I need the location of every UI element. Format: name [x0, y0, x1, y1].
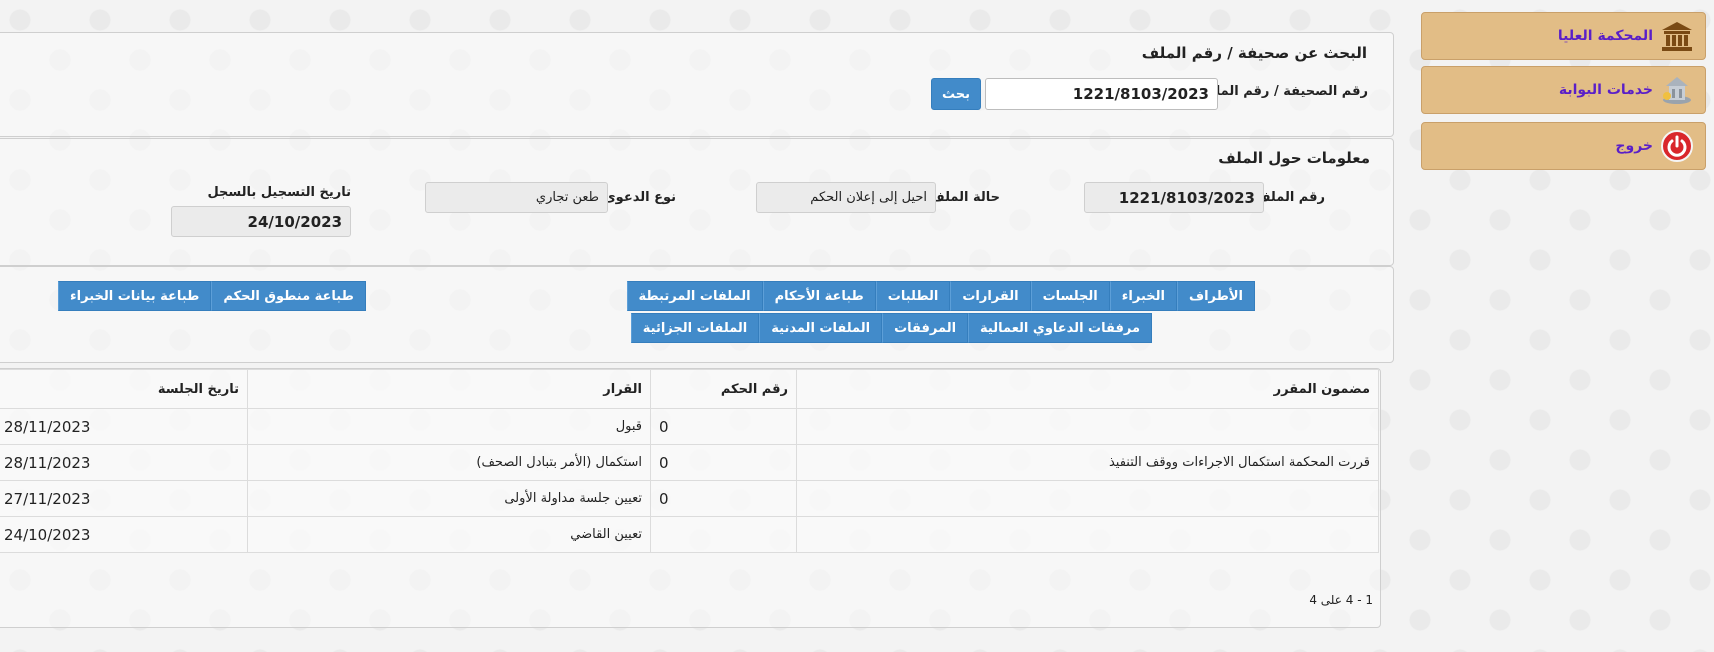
tabs-row-2: مرفقات الدعاوي العمالية المرفقات الملفات… — [630, 313, 1152, 343]
print-verdict-button[interactable]: طباعة منطوق الحكم — [211, 281, 366, 311]
column-header-judgment-number: رقم الحكم — [650, 369, 797, 409]
table-row[interactable]: تعيين القاضي 24/10/2023 — [0, 516, 1379, 553]
content-cell — [796, 516, 1379, 553]
decisions-table: مضمون المقرر رقم الحكم القرار تاريخ الجل… — [0, 369, 1379, 553]
sidebar-item-supreme-court[interactable]: المحكمة العليا — [1421, 12, 1706, 60]
sidebar-item-label: المحكمة العليا — [1557, 28, 1653, 44]
tab-print-judgments[interactable]: طباعة الأحكام — [762, 281, 876, 311]
file-number-field: 1221/8103/2023 — [1084, 182, 1264, 213]
registration-date-label: تاريخ التسجيل بالسجل — [207, 185, 351, 200]
sidebar-item-logout[interactable]: خروج — [1421, 122, 1706, 170]
file-info-title: معلومات حول الملف — [1218, 149, 1370, 167]
file-status-label: حالة الملف — [929, 190, 1000, 205]
case-type-field: طعن تجاري — [425, 182, 608, 213]
tab-experts[interactable]: الخبراء — [1109, 281, 1177, 311]
column-header-decision: القرار — [247, 369, 651, 409]
tab-criminal-files[interactable]: الملفات الجزائية — [630, 313, 760, 343]
sidebar-item-label: خدمات البوابة — [1558, 82, 1653, 98]
session-date-cell: 28/11/2023 — [0, 444, 248, 481]
print-buttons: طباعة منطوق الحكم طباعة بيانات الخبراء — [58, 281, 366, 311]
search-input[interactable]: 1221/8103/2023 — [985, 78, 1218, 110]
table-row[interactable]: 0 تعيين جلسة مداولة الأولى 27/11/2023 — [0, 480, 1379, 517]
search-button[interactable]: بحث — [931, 78, 981, 110]
tab-attachments[interactable]: المرفقات — [882, 313, 969, 343]
content-cell — [796, 480, 1379, 517]
decision-cell: تعيين جلسة مداولة الأولى — [247, 480, 651, 517]
decision-cell: استكمال (الأمر بتبادل الصحف) — [247, 444, 651, 481]
top-cutoff-text — [1210, 0, 1290, 6]
table-row[interactable]: قررت المحكمة استكمال الاجراءات ووقف التن… — [0, 444, 1379, 481]
table-header-row: مضمون المقرر رقم الحكم القرار تاريخ الجل… — [0, 369, 1379, 409]
column-header-content: مضمون المقرر — [796, 369, 1379, 409]
judgment-number-cell: 0 — [650, 444, 797, 481]
portal-services-icon — [1659, 72, 1695, 108]
registration-date-field: 24/10/2023 — [171, 206, 351, 237]
judgment-number-cell — [650, 516, 797, 553]
content-cell: قررت المحكمة استكمال الاجراءات ووقف التن… — [796, 444, 1379, 481]
table-row[interactable]: 0 قبول 28/11/2023 — [0, 408, 1379, 445]
content-cell — [796, 408, 1379, 445]
judgment-number-cell: 0 — [650, 408, 797, 445]
search-title: البحث عن صحيفة / رقم الملف — [1141, 44, 1367, 62]
pagination-info: 1 - 4 على 4 — [1309, 593, 1373, 607]
print-experts-button[interactable]: طباعة بيانات الخبراء — [58, 281, 212, 311]
file-status-field: احيل إلى إعلان الحكم — [756, 182, 936, 213]
tab-civil-files[interactable]: الملفات المدنية — [759, 313, 883, 343]
session-date-cell: 27/11/2023 — [0, 480, 248, 517]
column-header-session-date: تاريخ الجلسة — [0, 369, 248, 409]
court-building-icon — [1659, 18, 1695, 54]
case-type-label: نوع الدعوى — [603, 190, 676, 205]
tab-requests[interactable]: الطلبات — [875, 281, 951, 311]
file-number-label: رقم الملف — [1255, 190, 1325, 205]
tab-sessions[interactable]: الجلسات — [1030, 281, 1110, 311]
tab-decisions[interactable]: القرارات — [950, 281, 1031, 311]
decision-cell: قبول — [247, 408, 651, 445]
decision-cell: تعيين القاضي — [247, 516, 651, 553]
tab-linked-files[interactable]: الملفات المرتبطة — [626, 281, 763, 311]
session-date-cell: 24/10/2023 — [0, 516, 248, 553]
tab-labor-case-attachments[interactable]: مرفقات الدعاوي العمالية — [968, 313, 1152, 343]
sidebar-item-label: خروج — [1615, 138, 1653, 154]
judgment-number-cell: 0 — [650, 480, 797, 517]
power-icon — [1659, 128, 1695, 164]
sidebar-item-portal-services[interactable]: خدمات البوابة — [1421, 66, 1706, 114]
tabs-row-1: الأطراف الخبراء الجلسات القرارات الطلبات… — [626, 281, 1255, 311]
session-date-cell: 28/11/2023 — [0, 408, 248, 445]
tab-parties[interactable]: الأطراف — [1176, 281, 1255, 311]
search-label: رقم الصحيفة / رقم الملف — [1199, 84, 1368, 99]
